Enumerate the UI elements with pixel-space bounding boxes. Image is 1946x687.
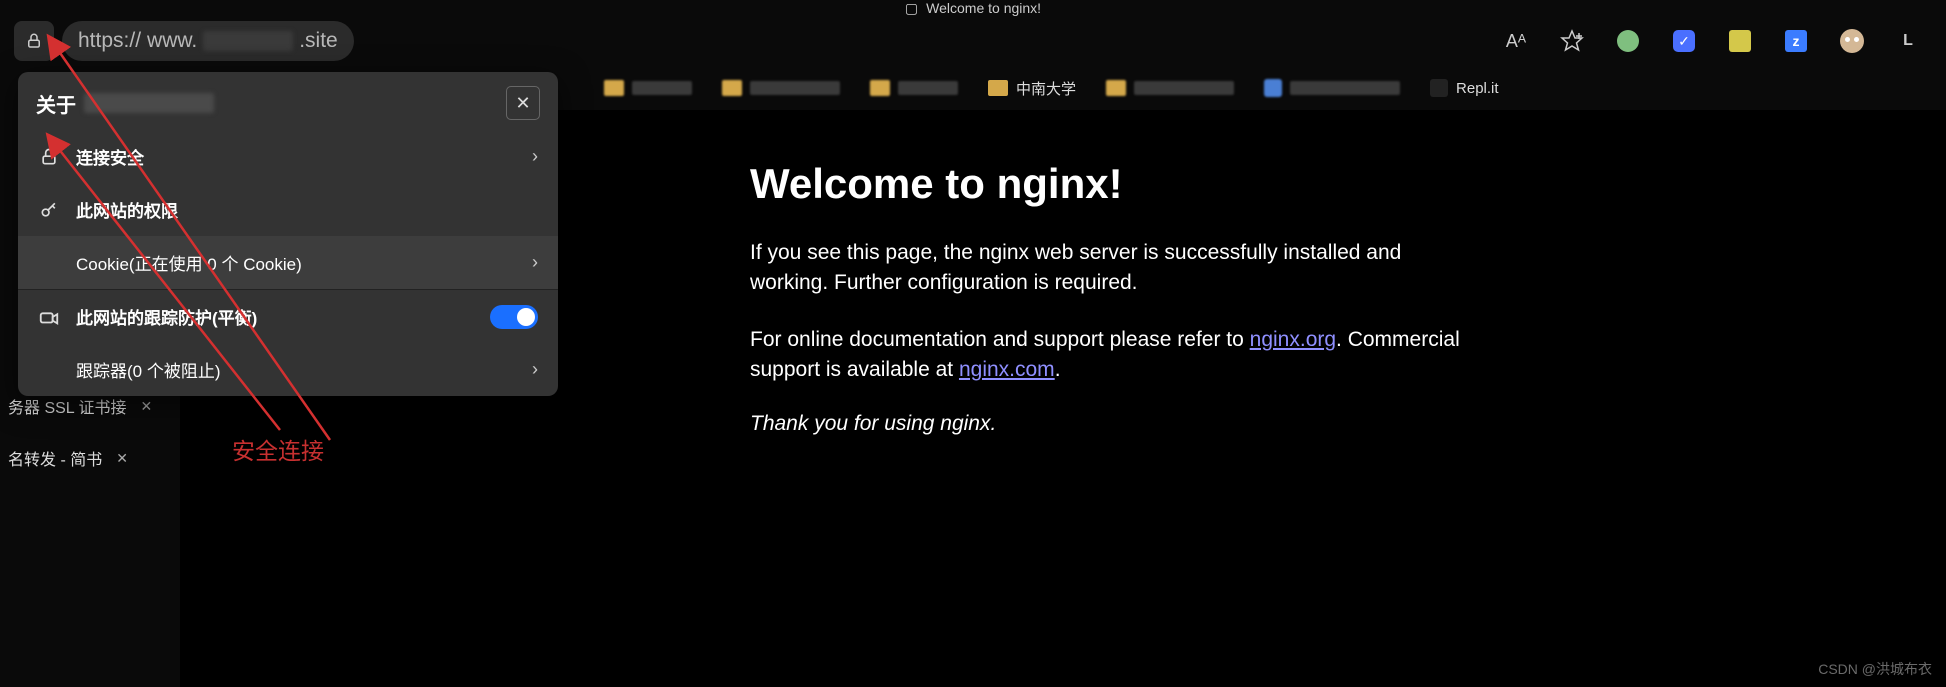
bookmark-item[interactable]: 中南大学 — [988, 78, 1076, 99]
annotation-text: 安全连接 — [232, 432, 324, 466]
bookmark-item[interactable] — [870, 80, 958, 96]
folder-icon — [988, 80, 1008, 96]
url-host-hidden — [203, 31, 293, 51]
blue-bird-icon: ✓ — [1673, 30, 1695, 52]
folder-icon — [1106, 80, 1126, 96]
side-tab-label: 务器 SSL 证书接 — [8, 394, 127, 418]
blue-square-icon: z — [1785, 30, 1807, 52]
close-tab-icon[interactable]: ✕ — [141, 398, 153, 415]
star-icon — [1560, 29, 1584, 53]
favorite-button[interactable] — [1558, 27, 1586, 55]
camera-icon — [38, 306, 60, 328]
ext-icon-2[interactable]: ✓ — [1670, 27, 1698, 55]
folder-icon — [604, 80, 624, 96]
nginx-org-link[interactable]: nginx.org — [1250, 328, 1336, 351]
close-icon: ✕ — [515, 93, 530, 114]
url-host-prefix: www. — [147, 29, 197, 53]
site-identity-button[interactable] — [14, 21, 54, 61]
bookmark-item[interactable] — [722, 80, 840, 96]
watermark: CSDN @洪城布衣 — [1818, 659, 1932, 679]
bookmark-item[interactable] — [604, 80, 692, 96]
side-tab[interactable]: 名转发 - 简书 ✕ — [0, 442, 160, 474]
key-icon — [38, 200, 60, 220]
ext-icon-4[interactable]: z — [1782, 27, 1810, 55]
site-info-popup: 关于 ✕ 连接安全 › 此网站的权限 Cookie(正在使用 0 个 Cooki… — [18, 72, 558, 396]
tab-title[interactable]: Welcome to nginx! — [926, 0, 1041, 16]
nginx-paragraph-1: If you see this page, the nginx web serv… — [750, 238, 1470, 299]
chevron-right-icon: › — [532, 146, 538, 167]
notes-icon — [1729, 30, 1751, 52]
avatar-icon — [1840, 29, 1864, 53]
favicon-icon — [1264, 79, 1282, 97]
page-title: Welcome to nginx! — [750, 160, 1470, 208]
lock-icon — [38, 147, 60, 167]
tab-icon: ▢ — [905, 0, 918, 17]
chevron-right-icon: › — [532, 252, 538, 273]
favicon-icon — [1430, 79, 1448, 97]
bookmark-item[interactable] — [1106, 80, 1234, 96]
nginx-com-link[interactable]: nginx.com — [959, 358, 1055, 381]
site-permissions-label: 此网站的权限 — [76, 197, 178, 222]
tracking-protection-row: 此网站的跟踪防护(平衡) — [18, 290, 558, 343]
chevron-right-icon: › — [532, 359, 538, 380]
folder-icon — [870, 80, 890, 96]
close-tab-icon[interactable]: ✕ — [116, 450, 128, 467]
bookmark-item[interactable]: Repl.it — [1430, 79, 1499, 97]
url-scheme: https:// — [78, 29, 141, 53]
ext-icon-5[interactable]: L — [1894, 27, 1922, 55]
trackers-blocked-label: 跟踪器(0 个被阻止) — [76, 357, 221, 382]
toolbar-icons: Aᴬ ✓ z L — [1502, 27, 1932, 55]
letter-icon: L — [1903, 32, 1913, 50]
green-dot-icon — [1617, 30, 1639, 52]
lock-icon — [25, 32, 43, 50]
text: . — [1055, 358, 1061, 381]
url-input[interactable]: https://www. .site — [62, 21, 354, 61]
bookmark-item[interactable] — [1264, 79, 1400, 97]
popup-title-prefix: 关于 — [36, 89, 76, 118]
read-aloud-button[interactable]: Aᴬ — [1502, 27, 1530, 55]
text: For online documentation and support ple… — [750, 328, 1250, 351]
read-aloud-icon: Aᴬ — [1506, 31, 1526, 52]
nginx-thanks: Thank you for using nginx. — [750, 412, 1470, 436]
tracking-protection-label: 此网站的跟踪防护(平衡) — [76, 304, 257, 329]
address-bar: https://www. .site Aᴬ ✓ z L — [0, 16, 1946, 66]
ext-icon-1[interactable] — [1614, 27, 1642, 55]
vertical-tabs: 务器 SSL 证书接 ✕ 名转发 - 简书 ✕ — [0, 390, 160, 474]
tracking-toggle[interactable] — [490, 305, 538, 329]
trackers-blocked-row[interactable]: 跟踪器(0 个被阻止) › — [18, 343, 558, 396]
cookies-label: Cookie(正在使用 0 个 Cookie) — [76, 250, 302, 275]
url-host-suffix: .site — [299, 29, 338, 53]
folder-icon — [722, 80, 742, 96]
bookmark-label: Repl.it — [1456, 80, 1499, 97]
bookmark-label: 中南大学 — [1016, 78, 1076, 99]
side-tab-label: 名转发 - 简书 — [8, 446, 102, 470]
close-button[interactable]: ✕ — [506, 86, 540, 120]
cookies-row[interactable]: Cookie(正在使用 0 个 Cookie) › — [18, 236, 558, 289]
connection-secure-row[interactable]: 连接安全 › — [18, 130, 558, 183]
profile-button[interactable] — [1838, 27, 1866, 55]
ext-icon-3[interactable] — [1726, 27, 1754, 55]
nginx-paragraph-2: For online documentation and support ple… — [750, 325, 1470, 386]
popup-title-hidden — [84, 93, 214, 113]
connection-secure-label: 连接安全 — [76, 144, 144, 169]
site-permissions-row[interactable]: 此网站的权限 — [18, 183, 558, 236]
